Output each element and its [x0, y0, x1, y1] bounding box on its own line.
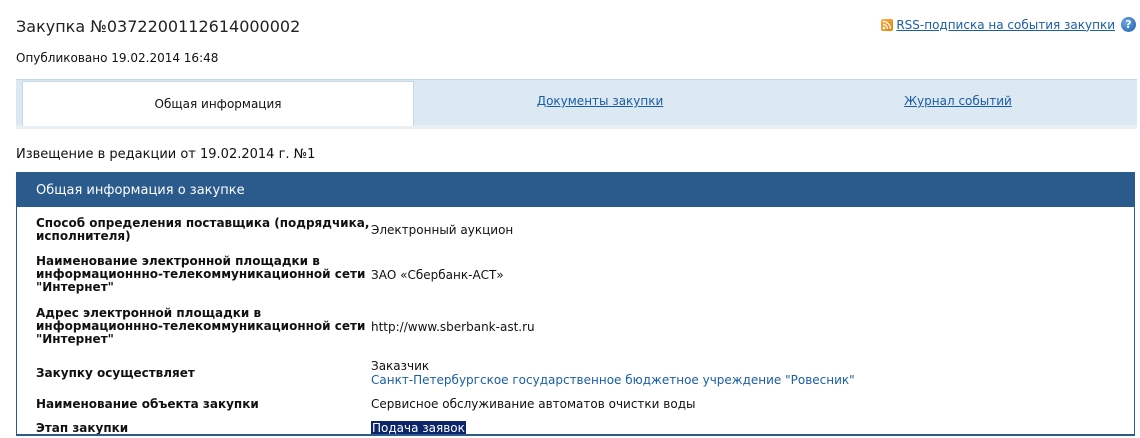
- tab-purchase-documents[interactable]: Документы закупки: [414, 80, 786, 122]
- info-label: Наименование электронной площадки в инфо…: [36, 254, 366, 294]
- tab-general-info[interactable]: Общая информация: [22, 81, 414, 126]
- info-value-group: Заказчик Санкт-Петербургское государстве…: [371, 359, 855, 387]
- info-value: Электронный аукцион: [371, 223, 514, 237]
- info-row-purchaser: Закупку осуществляет Заказчик Санкт-Пете…: [17, 354, 1134, 392]
- info-row-object-name: Наименование объекта закупки Сервисное о…: [17, 392, 1134, 416]
- purchaser-role: Заказчик: [371, 359, 430, 373]
- info-row-platform-name: Наименование электронной площадки в инфо…: [17, 250, 1134, 299]
- stage-value-selected: Подача заявок: [371, 421, 466, 435]
- general-info-panel: Общая информация о закупке Способ опреде…: [16, 172, 1135, 436]
- info-value: Сервисное обслуживание автоматов очистки…: [371, 397, 696, 411]
- info-value: ЗАО «Сбербанк-АСТ»: [371, 267, 504, 282]
- info-row-supplier-method: Способ определения поставщика (подрядчик…: [17, 210, 1134, 250]
- rss-subscription-link[interactable]: RSS-подписка на события закупки: [896, 18, 1115, 32]
- info-label: Закупку осуществляет: [36, 365, 195, 380]
- info-row-platform-address: Адрес электронной площадки в информацион…: [17, 299, 1134, 354]
- info-label: Этап закупки: [36, 420, 129, 435]
- info-row-stage: Этап закупки Подача заявок: [17, 416, 1134, 435]
- notice-edition: Извещение в редакции от 19.02.2014 г. №1: [16, 147, 316, 162]
- tab-event-journal[interactable]: Журнал событий: [786, 80, 1130, 122]
- help-icon[interactable]: ?: [1121, 17, 1136, 32]
- published-date: Опубликовано 19.02.2014 16:48: [16, 51, 219, 65]
- panel-title: Общая информация о закупке: [17, 173, 1134, 207]
- info-label: Способ определения поставщика (подрядчик…: [36, 216, 370, 243]
- rss-icon[interactable]: [881, 18, 894, 31]
- tab-bar: Общая информация Документы закупки Журна…: [16, 79, 1137, 129]
- info-value-stage: Подача заявок: [371, 421, 466, 435]
- purchase-page: Закупка №0372200112614000002 RSS-подписк…: [0, 0, 1140, 438]
- info-label: Наименование объекта закупки: [36, 396, 259, 411]
- rss-subscription: RSS-подписка на события закупки ?: [881, 17, 1136, 32]
- info-label: Адрес электронной площадки в информацион…: [36, 306, 366, 346]
- info-value: http://www.sberbank-ast.ru: [371, 319, 535, 334]
- page-title: Закупка №0372200112614000002: [16, 17, 301, 36]
- purchaser-link[interactable]: Санкт-Петербургское государственное бюдж…: [371, 373, 855, 387]
